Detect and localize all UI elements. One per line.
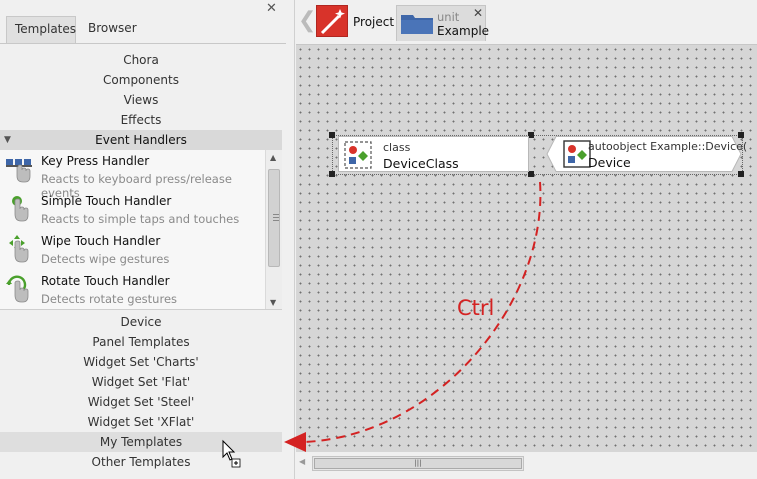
scroll-thumb[interactable] <box>268 169 280 267</box>
brick-kind: autoobject Example::Device( <box>588 140 748 153</box>
panel-close-icon[interactable]: ✕ <box>266 1 277 16</box>
template-item-simple-touch-handler[interactable]: Simple Touch Handler Reacts to simple ta… <box>0 190 264 230</box>
group-device[interactable]: Device <box>0 312 282 332</box>
folder-icon <box>401 15 433 34</box>
template-item-title: Rotate Touch Handler <box>41 274 170 288</box>
grip-line <box>273 220 279 221</box>
template-item-desc: Detects wipe gestures <box>41 252 170 266</box>
template-item-wipe-touch-handler[interactable]: Wipe Touch Handler Detects wipe gestures <box>0 230 264 270</box>
brick-device-autoobject[interactable]: autoobject Example::Device( Device <box>558 136 747 172</box>
keyboard-hand-icon <box>6 159 32 183</box>
templates-panel: ✕ Templates Browser Chora Components Vie… <box>0 0 295 479</box>
brick-kind: class <box>383 141 411 154</box>
selection-handle[interactable] <box>329 132 335 138</box>
doc-tab-unit-example[interactable]: unit Example ✕ <box>396 5 490 41</box>
list-scrollbar[interactable]: ▲ ▼ <box>265 150 282 309</box>
scroll-up-icon[interactable]: ▲ <box>270 153 276 162</box>
template-item-rotate-touch-handler[interactable]: Rotate Touch Handler Detects rotate gest… <box>0 270 264 309</box>
doc-tab-project[interactable]: Project <box>316 5 394 41</box>
editor-area: ❮ Project unit Example ✕ class DeviceCla… <box>296 0 757 479</box>
group-panel-templates[interactable]: Panel Templates <box>0 332 282 352</box>
selection-handle[interactable] <box>329 171 335 177</box>
wipe-hand-icon <box>9 235 29 263</box>
brick-name: Device <box>588 155 631 170</box>
scroll-down-icon[interactable]: ▼ <box>270 298 276 307</box>
brick-device-class[interactable]: class DeviceClass <box>338 136 529 172</box>
doc-tab-label: Example <box>437 24 490 38</box>
canvas-hscrollbar[interactable]: ◀ ||| <box>296 452 757 479</box>
template-list: Key Press Handler Reacts to keyboard pre… <box>0 150 282 310</box>
group-widget-set-flat[interactable]: Widget Set 'Flat' <box>0 372 282 392</box>
template-item-title: Wipe Touch Handler <box>41 234 161 248</box>
group-chora[interactable]: Chora <box>0 50 282 70</box>
composer-canvas[interactable]: class DeviceClass autoobject Example::De… <box>296 44 757 452</box>
tab-templates[interactable]: Templates <box>6 16 76 43</box>
group-views[interactable]: Views <box>0 90 282 110</box>
back-arrow-icon[interactable]: ❮ <box>298 8 316 33</box>
ctrl-modifier-label: Ctrl <box>457 296 495 320</box>
group-components[interactable]: Components <box>0 70 282 90</box>
brick-name: DeviceClass <box>383 156 459 171</box>
template-item-desc: Reacts to simple taps and touches <box>41 212 240 226</box>
tap-hand-icon <box>12 196 29 222</box>
grip-line <box>273 214 279 215</box>
grip-line <box>273 217 279 218</box>
group-other-templates[interactable]: Other Templates <box>0 452 282 472</box>
doc-tab-kind: unit <box>437 10 460 24</box>
template-item-desc: Detects rotate gestures <box>41 292 178 306</box>
template-item-key-press-handler[interactable]: Key Press Handler Reacts to keyboard pre… <box>0 150 264 200</box>
group-my-templates[interactable]: My Templates <box>0 432 282 452</box>
tab-divider <box>0 43 286 44</box>
group-event-handlers[interactable]: ▼ Event Handlers <box>0 130 282 150</box>
class-icon <box>344 141 372 169</box>
autoobject-icon <box>563 140 591 168</box>
doc-tab-close-icon[interactable]: ✕ <box>473 6 483 20</box>
expand-triangle-icon[interactable]: ▼ <box>4 130 11 150</box>
rotate-hand-icon <box>6 275 29 303</box>
template-item-title: Simple Touch Handler <box>41 194 172 208</box>
group-widget-set-xflat[interactable]: Widget Set 'XFlat' <box>0 412 282 432</box>
group-widget-set-charts[interactable]: Widget Set 'Charts' <box>0 352 282 372</box>
tab-browser[interactable]: Browser <box>80 16 140 43</box>
doc-tab-label: Project <box>353 15 395 29</box>
group-effects[interactable]: Effects <box>0 110 282 130</box>
template-item-title: Key Press Handler <box>41 154 150 168</box>
scroll-thumb[interactable]: ||| <box>314 458 522 469</box>
group-header-label: Event Handlers <box>95 133 187 147</box>
scroll-left-icon[interactable]: ◀ <box>299 457 305 466</box>
project-wand-icon <box>316 5 348 37</box>
group-widget-set-steel[interactable]: Widget Set 'Steel' <box>0 392 282 412</box>
